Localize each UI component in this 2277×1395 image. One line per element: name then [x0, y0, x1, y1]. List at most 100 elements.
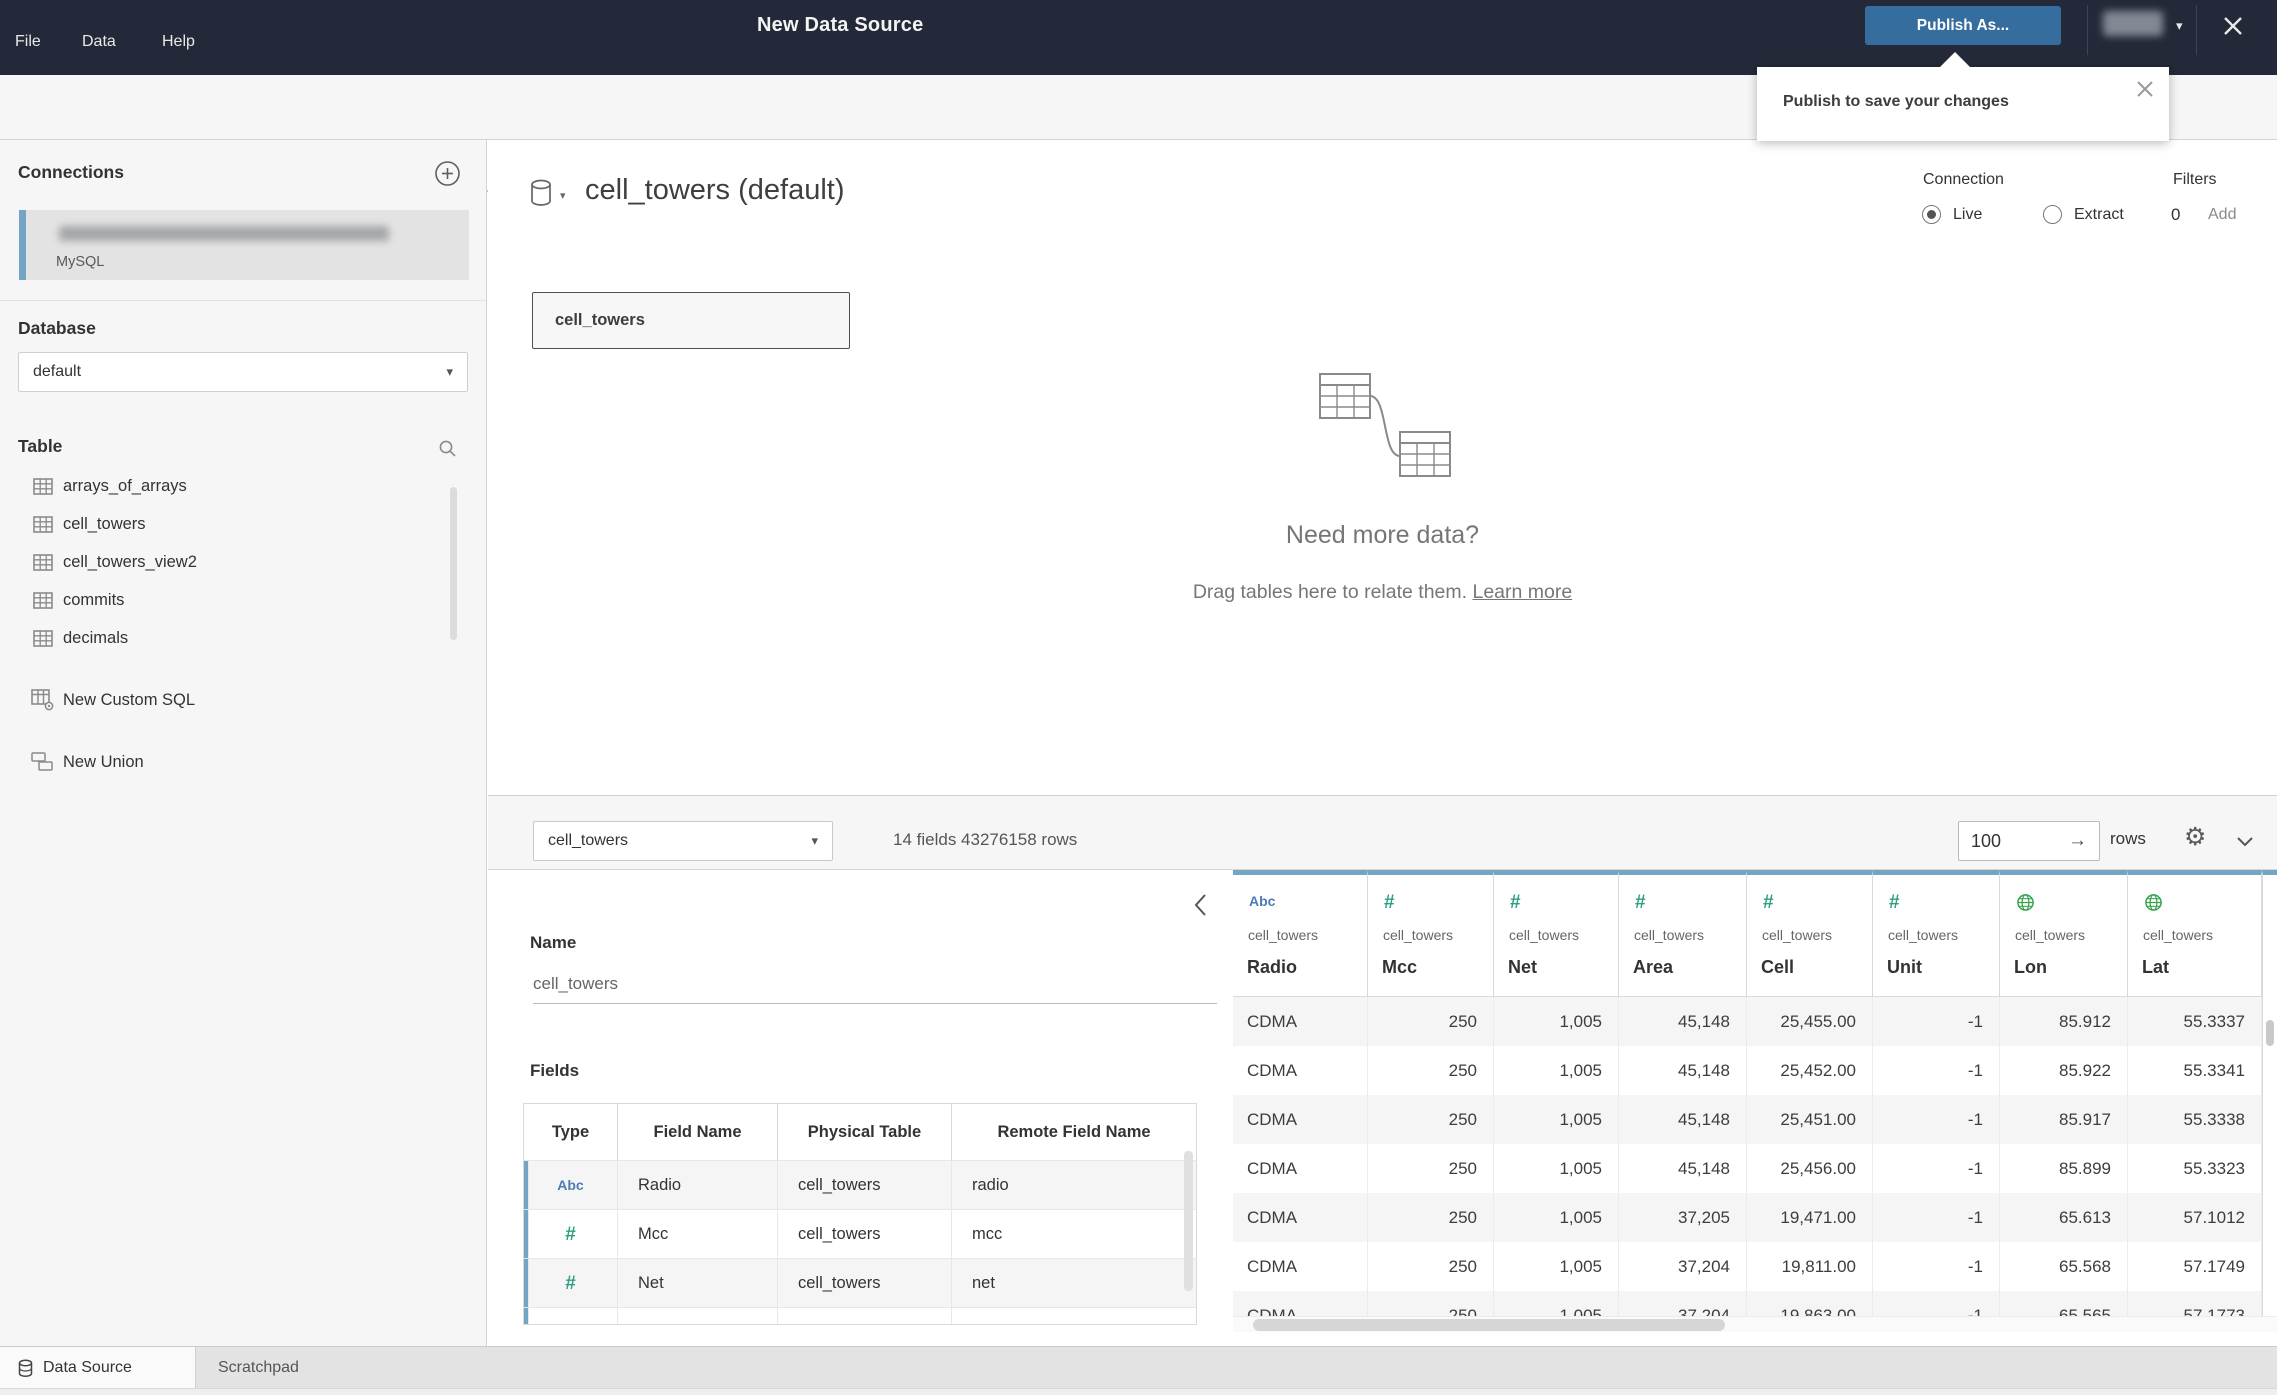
cell-towers-table-node[interactable]: cell_towers [532, 292, 850, 349]
grid-column-name: Area [1633, 957, 1674, 977]
grid-cell: 85.912 [2000, 997, 2128, 1046]
fields-scrollbar[interactable] [1184, 1151, 1193, 1291]
grid-vertical-scrollbar[interactable] [2266, 1020, 2274, 1046]
radio-dot [1927, 210, 1936, 219]
data-preview-grid: Abc cell_towers Radio # cell_towers Mcc # cell_… [1233, 870, 2262, 1316]
grid-column-header-mcc[interactable]: # cell_towers Mcc [1368, 870, 1494, 997]
tab-scratchpad[interactable]: Scratchpad [196, 1347, 556, 1389]
menu-help[interactable]: Help [162, 33, 195, 51]
fields-row-net[interactable]: # Net cell_towers net [524, 1258, 1196, 1307]
sidebar-scrollbar[interactable] [450, 487, 457, 640]
grid-column-header-net[interactable]: # cell_towers Net [1494, 870, 1619, 997]
fields-row-radio[interactable]: Abc Radio cell_towers radio [524, 1160, 1196, 1209]
connection-extract-radio[interactable]: Extract [2043, 205, 2124, 224]
new-custom-sql-label: New Custom SQL [63, 690, 196, 709]
row-limit-input[interactable]: 100 → [1958, 821, 2100, 861]
connection-item[interactable]: MySQL [19, 210, 469, 280]
close-window-button[interactable] [2220, 13, 2246, 39]
collapse-panel-button[interactable] [1193, 893, 1215, 917]
chevron-down-icon[interactable]: ▾ [560, 189, 566, 202]
grid-column-table: cell_towers [1888, 927, 1959, 943]
plus-circle-icon [435, 161, 460, 186]
grid-column-header-lon[interactable]: cell_towers Lon [2000, 870, 2128, 997]
name-label: Name [530, 933, 577, 952]
related-tables-illustration [1310, 366, 1460, 491]
table-item-commits[interactable]: commits [0, 581, 440, 619]
table-item-arrays_of_arrays[interactable]: arrays_of_arrays [0, 467, 440, 505]
new-union-button[interactable]: New Union [0, 742, 440, 782]
database-select[interactable]: default ▾ [18, 352, 468, 392]
top-bar: File Data Help New Data Source Publish As.… [0, 0, 2277, 75]
drag-tables-text: Drag tables here to relate them. [1192, 581, 1468, 603]
number-type-icon: # [565, 1272, 576, 1294]
table-item-cell_towers_view2[interactable]: cell_towers_view2 [0, 543, 440, 581]
filters-add-button[interactable]: Add [2208, 206, 2236, 224]
close-icon [2224, 17, 2242, 35]
fields-table: Type Field Name Physical Table Remote Fi… [523, 1103, 1197, 1325]
topbar-separator [2196, 5, 2197, 55]
grid-cell: 19,863.00 [1747, 1291, 1873, 1316]
fields-label: Fields [530, 1061, 580, 1080]
grid-cell: 19,811.00 [1747, 1242, 1873, 1291]
grid-column-header-unit[interactable]: # cell_towers Unit [1873, 870, 2000, 997]
grid-column-header-cell[interactable]: # cell_towers Cell [1747, 870, 1873, 997]
tooltip-text: Publish to save your changes [1783, 93, 2009, 110]
grid-column-header-area[interactable]: # cell_towers Area [1619, 870, 1747, 997]
preview-toolbar: cell_towers ▾ 14 fields 43276158 rows 10… [488, 795, 2277, 870]
preview-settings-button[interactable]: ⚙ [2184, 822, 2206, 852]
table-icon [33, 515, 53, 533]
grid-cell: 57.1749 [2128, 1242, 2262, 1291]
page-title: New Data Source [757, 14, 924, 36]
new-custom-sql-button[interactable]: New Custom SQL [0, 680, 440, 720]
grid-cell: 1,005 [1494, 1193, 1619, 1242]
grid-column-table: cell_towers [1762, 927, 1833, 943]
fields-col-physical: Physical Table [778, 1104, 952, 1160]
field-accent [524, 1210, 529, 1258]
chevron-down-icon[interactable]: ▾ [2176, 18, 2183, 34]
table-item-decimals[interactable]: decimals [0, 619, 440, 657]
fields-row-partial[interactable] [524, 1307, 1196, 1324]
grid-cell: 65.565 [2000, 1291, 2128, 1316]
grid-cell: -1 [1873, 1193, 2000, 1242]
scrollbar-thumb[interactable] [1253, 1319, 1725, 1331]
collapse-preview-button[interactable] [2236, 834, 2254, 852]
connection-live-radio[interactable]: Live [1922, 205, 1982, 224]
grid-horizontal-scrollbar[interactable] [1233, 1316, 2277, 1332]
learn-more-link[interactable]: Learn more [1472, 581, 1572, 603]
preview-table-select[interactable]: cell_towers ▾ [533, 821, 833, 861]
grid-cell: CDMA [1233, 1291, 1368, 1316]
grid-column-table: cell_towers [1248, 927, 1319, 943]
tooltip-close-button[interactable] [2135, 79, 2155, 99]
fields-row-mcc[interactable]: # Mcc cell_towers mcc [524, 1209, 1196, 1258]
menu-data[interactable]: Data [82, 33, 116, 51]
table-item-cell_towers[interactable]: cell_towers [0, 505, 440, 543]
row-limit-value: 100 [1971, 830, 2002, 851]
grid-partial-column [2262, 870, 2277, 1316]
datasource-db-icon[interactable] [530, 179, 554, 212]
table-icon [33, 591, 63, 609]
menu-file[interactable]: File [15, 33, 41, 51]
table-icon [33, 553, 63, 571]
bottom-strip [0, 1388, 2277, 1395]
grid-row: CDMA 250 1,005 45,148 25,456.00 -1 85.899 55.33… [1233, 1144, 2262, 1193]
grid-column-header-radio[interactable]: Abc cell_towers Radio [1233, 870, 1368, 997]
add-connection-button[interactable] [434, 160, 461, 192]
table-icon [33, 591, 53, 609]
filters-label: Filters [2173, 171, 2217, 188]
grid-cell: 45,148 [1619, 997, 1747, 1046]
grid-cell: CDMA [1233, 1144, 1368, 1193]
publish-as-button[interactable]: Publish As... [1865, 6, 2061, 45]
grid-column-header-lat[interactable]: cell_towers Lat [2128, 870, 2262, 997]
user-menu[interactable] [2103, 11, 2163, 36]
grid-cell: 55.3338 [2128, 1095, 2262, 1144]
fields-col-remote: Remote Field Name [997, 1122, 1151, 1141]
apply-row-limit-icon[interactable]: → [2068, 830, 2087, 852]
grid-cell: 250 [1368, 1242, 1494, 1291]
number-type-icon: # [1384, 892, 1395, 913]
table-search-button[interactable] [437, 438, 458, 464]
need-more-data-title: Need more data? [1285, 521, 1480, 549]
table-name-input[interactable] [533, 974, 1217, 1004]
tab-data-source[interactable]: Data Source [0, 1347, 196, 1389]
grid-cell: 57.1012 [2128, 1193, 2262, 1242]
fields-col-fieldname: Field Name [618, 1104, 778, 1160]
